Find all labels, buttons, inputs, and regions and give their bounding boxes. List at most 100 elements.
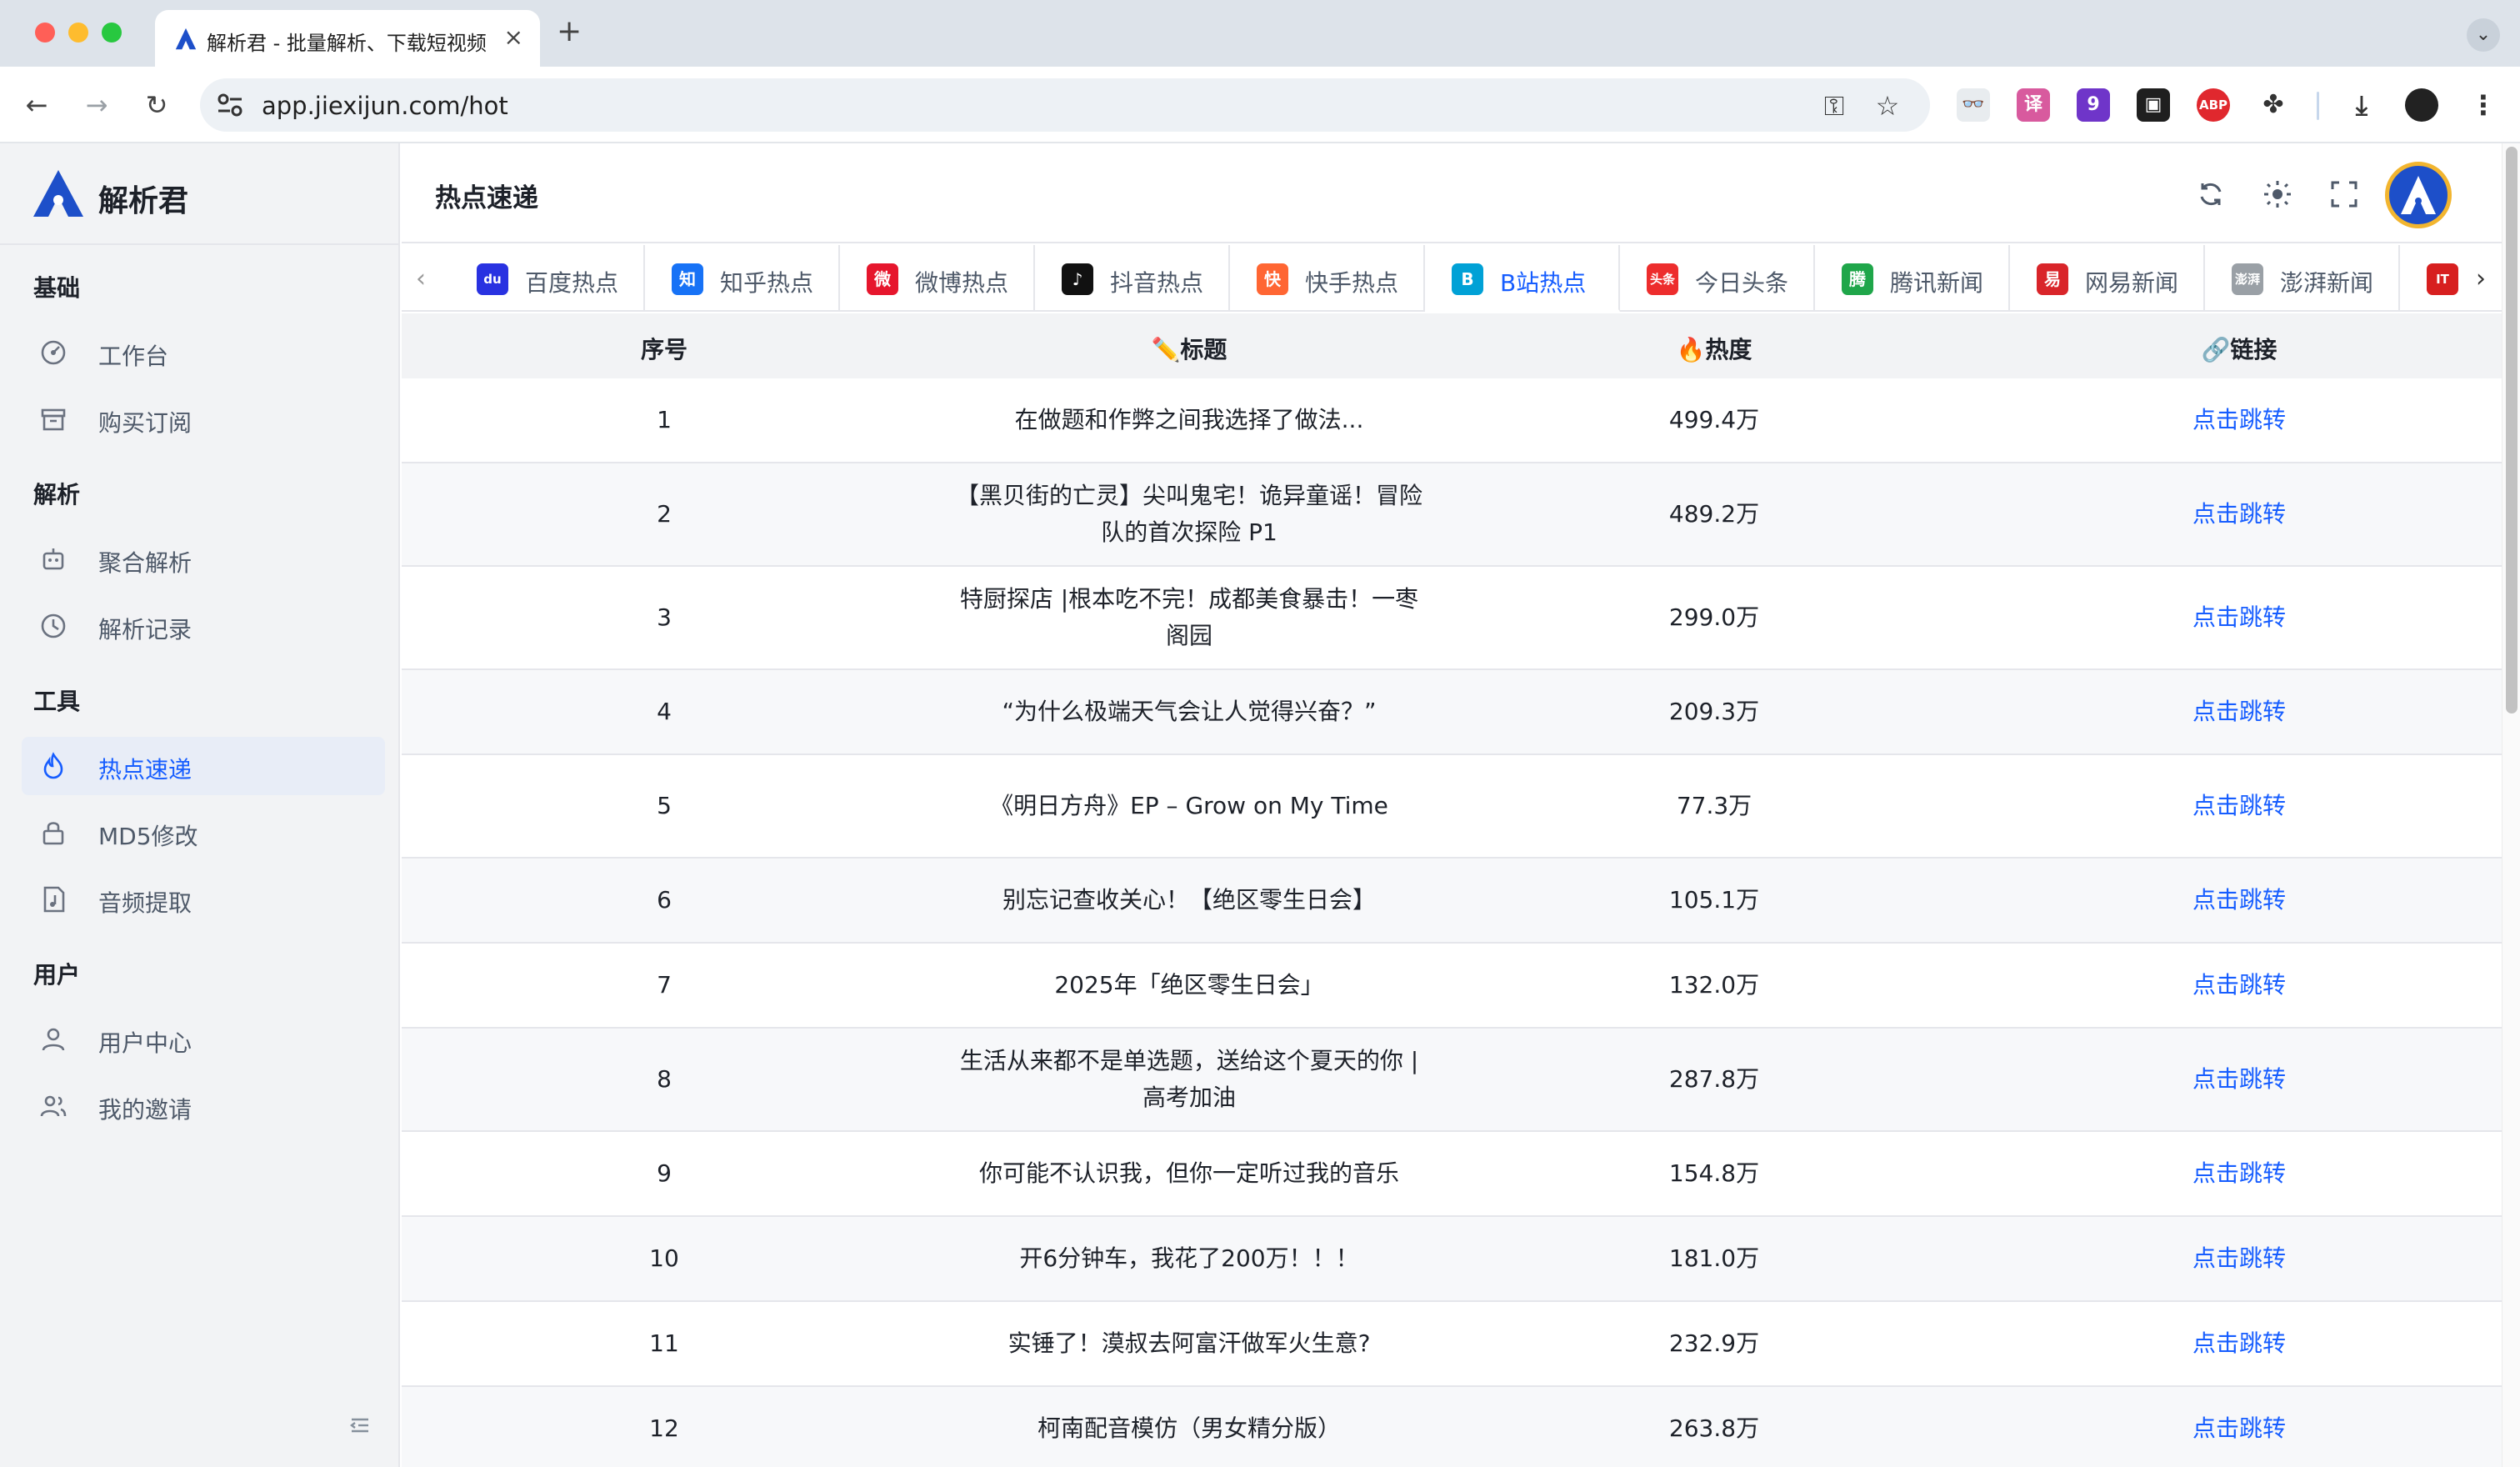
row-hot-value: 299.0万: [1668, 603, 1760, 631]
scrollbar-thumb[interactable]: [2506, 147, 2518, 713]
badge-ext-icon[interactable]: 9: [2077, 88, 2110, 122]
row-jump-link[interactable]: 点击跳转: [1977, 859, 2502, 942]
row-jump-link[interactable]: 点击跳转: [1977, 944, 2502, 1027]
row-jump-link[interactable]: 点击跳转: [1977, 1217, 2502, 1300]
platform-tab-label: 网易新闻: [2085, 269, 2179, 297]
platform-tab[interactable]: 快快手热点: [1230, 245, 1425, 312]
platform-tab[interactable]: 知知乎热点: [645, 245, 840, 312]
table-row: 3 特厨探店 |根本吃不完！成都美食暴击！一枣阁园 299.0万 点击跳转: [402, 567, 2502, 670]
row-jump-link[interactable]: 点击跳转: [1977, 755, 2502, 857]
platform-logo-icon: B: [1452, 263, 1483, 295]
platform-logo-icon: du: [477, 263, 508, 295]
download-icon[interactable]: ⤓: [2345, 88, 2378, 122]
browser-toolbar: ← → ↻ app.jiexijun.com/hot ⚿ ☆ 👓 译 9 ▣ A…: [0, 67, 2520, 143]
platform-tab[interactable]: 微微博热点: [840, 245, 1035, 312]
platform-tab[interactable]: 腾腾讯新闻: [1815, 245, 2010, 312]
profile-avatar-icon[interactable]: [2405, 88, 2438, 122]
table-row: 4 “为什么极端天气会让人觉得兴奋？” 209.3万 点击跳转: [402, 670, 2502, 755]
url-text[interactable]: app.jiexijun.com/hot: [262, 92, 508, 120]
sidebar-item-subscription[interactable]: 购买订阅: [22, 390, 385, 448]
table-row: 10 开6分钟车，我花了200万！！！ 181.0万 点击跳转: [402, 1217, 2502, 1302]
platform-tab[interactable]: 头条 今日头条: [1620, 245, 1815, 312]
tabs-scroll-right-icon[interactable]: ›: [2468, 265, 2493, 293]
window-minimize-button[interactable]: [68, 23, 88, 43]
row-jump-link[interactable]: 点击跳转: [1977, 567, 2502, 668]
sidebar-item-label: MD5修改: [98, 823, 198, 850]
table-row: 1 在做题和作弊之间我选择了做法... 499.4万 点击跳转: [402, 378, 2502, 463]
extensions-puzzle-icon[interactable]: ✤: [2257, 88, 2290, 122]
row-jump-link[interactable]: 点击跳转: [1977, 1132, 2502, 1215]
site-settings-icon[interactable]: [215, 90, 245, 120]
row-jump-link[interactable]: 点击跳转: [1977, 378, 2502, 462]
platform-tab[interactable]: B B站热点: [1425, 245, 1620, 312]
dashboard-ext-icon[interactable]: ▣: [2137, 88, 2170, 122]
fullscreen-icon[interactable]: [2328, 178, 2360, 210]
platform-tab[interactable]: 易网易新闻: [2010, 245, 2205, 312]
row-index: 6: [657, 886, 672, 914]
platform-tabs: ‹ du 百度热点知知乎热点微微博热点 ♪ 抖音热点快快手热点 B B站热点 头条 今日头条腾…: [402, 245, 2502, 312]
user-avatar[interactable]: [2385, 162, 2452, 228]
translate-ext-icon[interactable]: 译: [2017, 88, 2050, 122]
collapse-sidebar-icon[interactable]: [348, 1414, 372, 1437]
row-index: 5: [657, 792, 672, 819]
platform-tab[interactable]: 澎湃 澎湃新闻: [2205, 245, 2400, 312]
row-jump-link[interactable]: 点击跳转: [1977, 1302, 2502, 1385]
tab-search-chevron-icon[interactable]: ⌄: [2467, 18, 2500, 52]
row-jump-link[interactable]: 点击跳转: [1977, 463, 2502, 565]
new-tab-button[interactable]: +: [557, 15, 582, 48]
platform-logo-icon: IT: [2427, 263, 2458, 295]
row-title: 【黑贝街的亡灵】尖叫鬼宅！诡异童谣！冒险队的首次探险 P1: [955, 482, 1422, 546]
forward-arrow-icon[interactable]: →: [80, 88, 113, 122]
row-jump-link[interactable]: 点击跳转: [1977, 670, 2502, 754]
row-jump-link[interactable]: 点击跳转: [1977, 1029, 2502, 1130]
sidebar-item-md5-modify[interactable]: MD5修改: [22, 804, 385, 862]
header-hot[interactable]: 🔥热度: [1452, 332, 1977, 365]
row-hot-value: 232.9万: [1668, 1329, 1760, 1357]
sidebar-item-my-invites[interactable]: 我的邀请: [22, 1077, 385, 1135]
browser-menu-icon[interactable]: ⋮: [2467, 88, 2500, 122]
close-tab-icon[interactable]: ×: [504, 23, 523, 52]
sidebar-item-workbench[interactable]: 工作台: [22, 323, 385, 382]
row-hot-value: 209.3万: [1668, 698, 1760, 725]
platform-tab[interactable]: IT: [2400, 245, 2467, 312]
browser-tab-active[interactable]: 解析君 - 批量解析、下载短视频 ×: [155, 10, 540, 67]
sidebar-group-parse: 解析: [33, 481, 81, 508]
row-index: 7: [657, 971, 672, 999]
sidebar-group-basic: 基础: [33, 274, 81, 302]
platform-tab[interactable]: ♪ 抖音热点: [1035, 245, 1230, 312]
history-icon: [41, 613, 66, 638]
adblock-plus-icon[interactable]: ABP: [2197, 88, 2230, 122]
sidebar-item-audio-extract[interactable]: 音频提取: [22, 870, 385, 929]
sidebar-item-hot-news[interactable]: 热点速递: [22, 737, 385, 795]
platform-tab[interactable]: du 百度热点: [450, 245, 645, 312]
window-zoom-button[interactable]: [102, 23, 122, 43]
avatar-logo-icon: [2401, 176, 2436, 214]
header-index[interactable]: 序号: [402, 332, 927, 365]
refresh-icon[interactable]: [2195, 178, 2227, 210]
bookmark-star-icon[interactable]: ☆: [1872, 90, 1903, 122]
tampermonkey-ext-icon[interactable]: 👓: [1957, 88, 1990, 122]
app-name: 解析君: [98, 184, 189, 218]
sidebar-item-user-center[interactable]: 用户中心: [22, 1010, 385, 1069]
user-icon: [42, 1028, 65, 1051]
sidebar-divider: [0, 243, 400, 245]
reload-icon[interactable]: ↻: [140, 88, 173, 122]
theme-sun-icon[interactable]: [2262, 178, 2293, 210]
header-link[interactable]: 🔗链接: [1977, 332, 2502, 365]
header-title[interactable]: ✏️标题: [927, 332, 1452, 365]
back-arrow-icon[interactable]: ←: [20, 88, 53, 122]
row-hot-value: 77.3万: [1676, 792, 1752, 819]
tabs-scroll-left-icon[interactable]: ‹: [408, 265, 433, 293]
sidebar-item-aggregate-parse[interactable]: 聚合解析: [22, 530, 385, 588]
sidebar-item-parse-history[interactable]: 解析记录: [22, 597, 385, 655]
password-key-icon[interactable]: ⚿: [1818, 90, 1850, 122]
table-header: 序号 ✏️标题 🔥热度 🔗链接: [402, 313, 2502, 378]
table-row: 9 你可能不认识我，但你一定听过我的音乐 154.8万 点击跳转: [402, 1132, 2502, 1217]
page-scrollbar[interactable]: [2502, 143, 2520, 1467]
row-title: 《明日方舟》EP – Grow on My Time: [990, 792, 1388, 819]
address-bar[interactable]: app.jiexijun.com/hot ⚿ ☆: [200, 78, 1930, 132]
archive-box-icon: [41, 408, 66, 431]
window-close-button[interactable]: [35, 23, 55, 43]
row-jump-link[interactable]: 点击跳转: [1977, 1387, 2502, 1467]
row-index: 9: [657, 1159, 672, 1187]
